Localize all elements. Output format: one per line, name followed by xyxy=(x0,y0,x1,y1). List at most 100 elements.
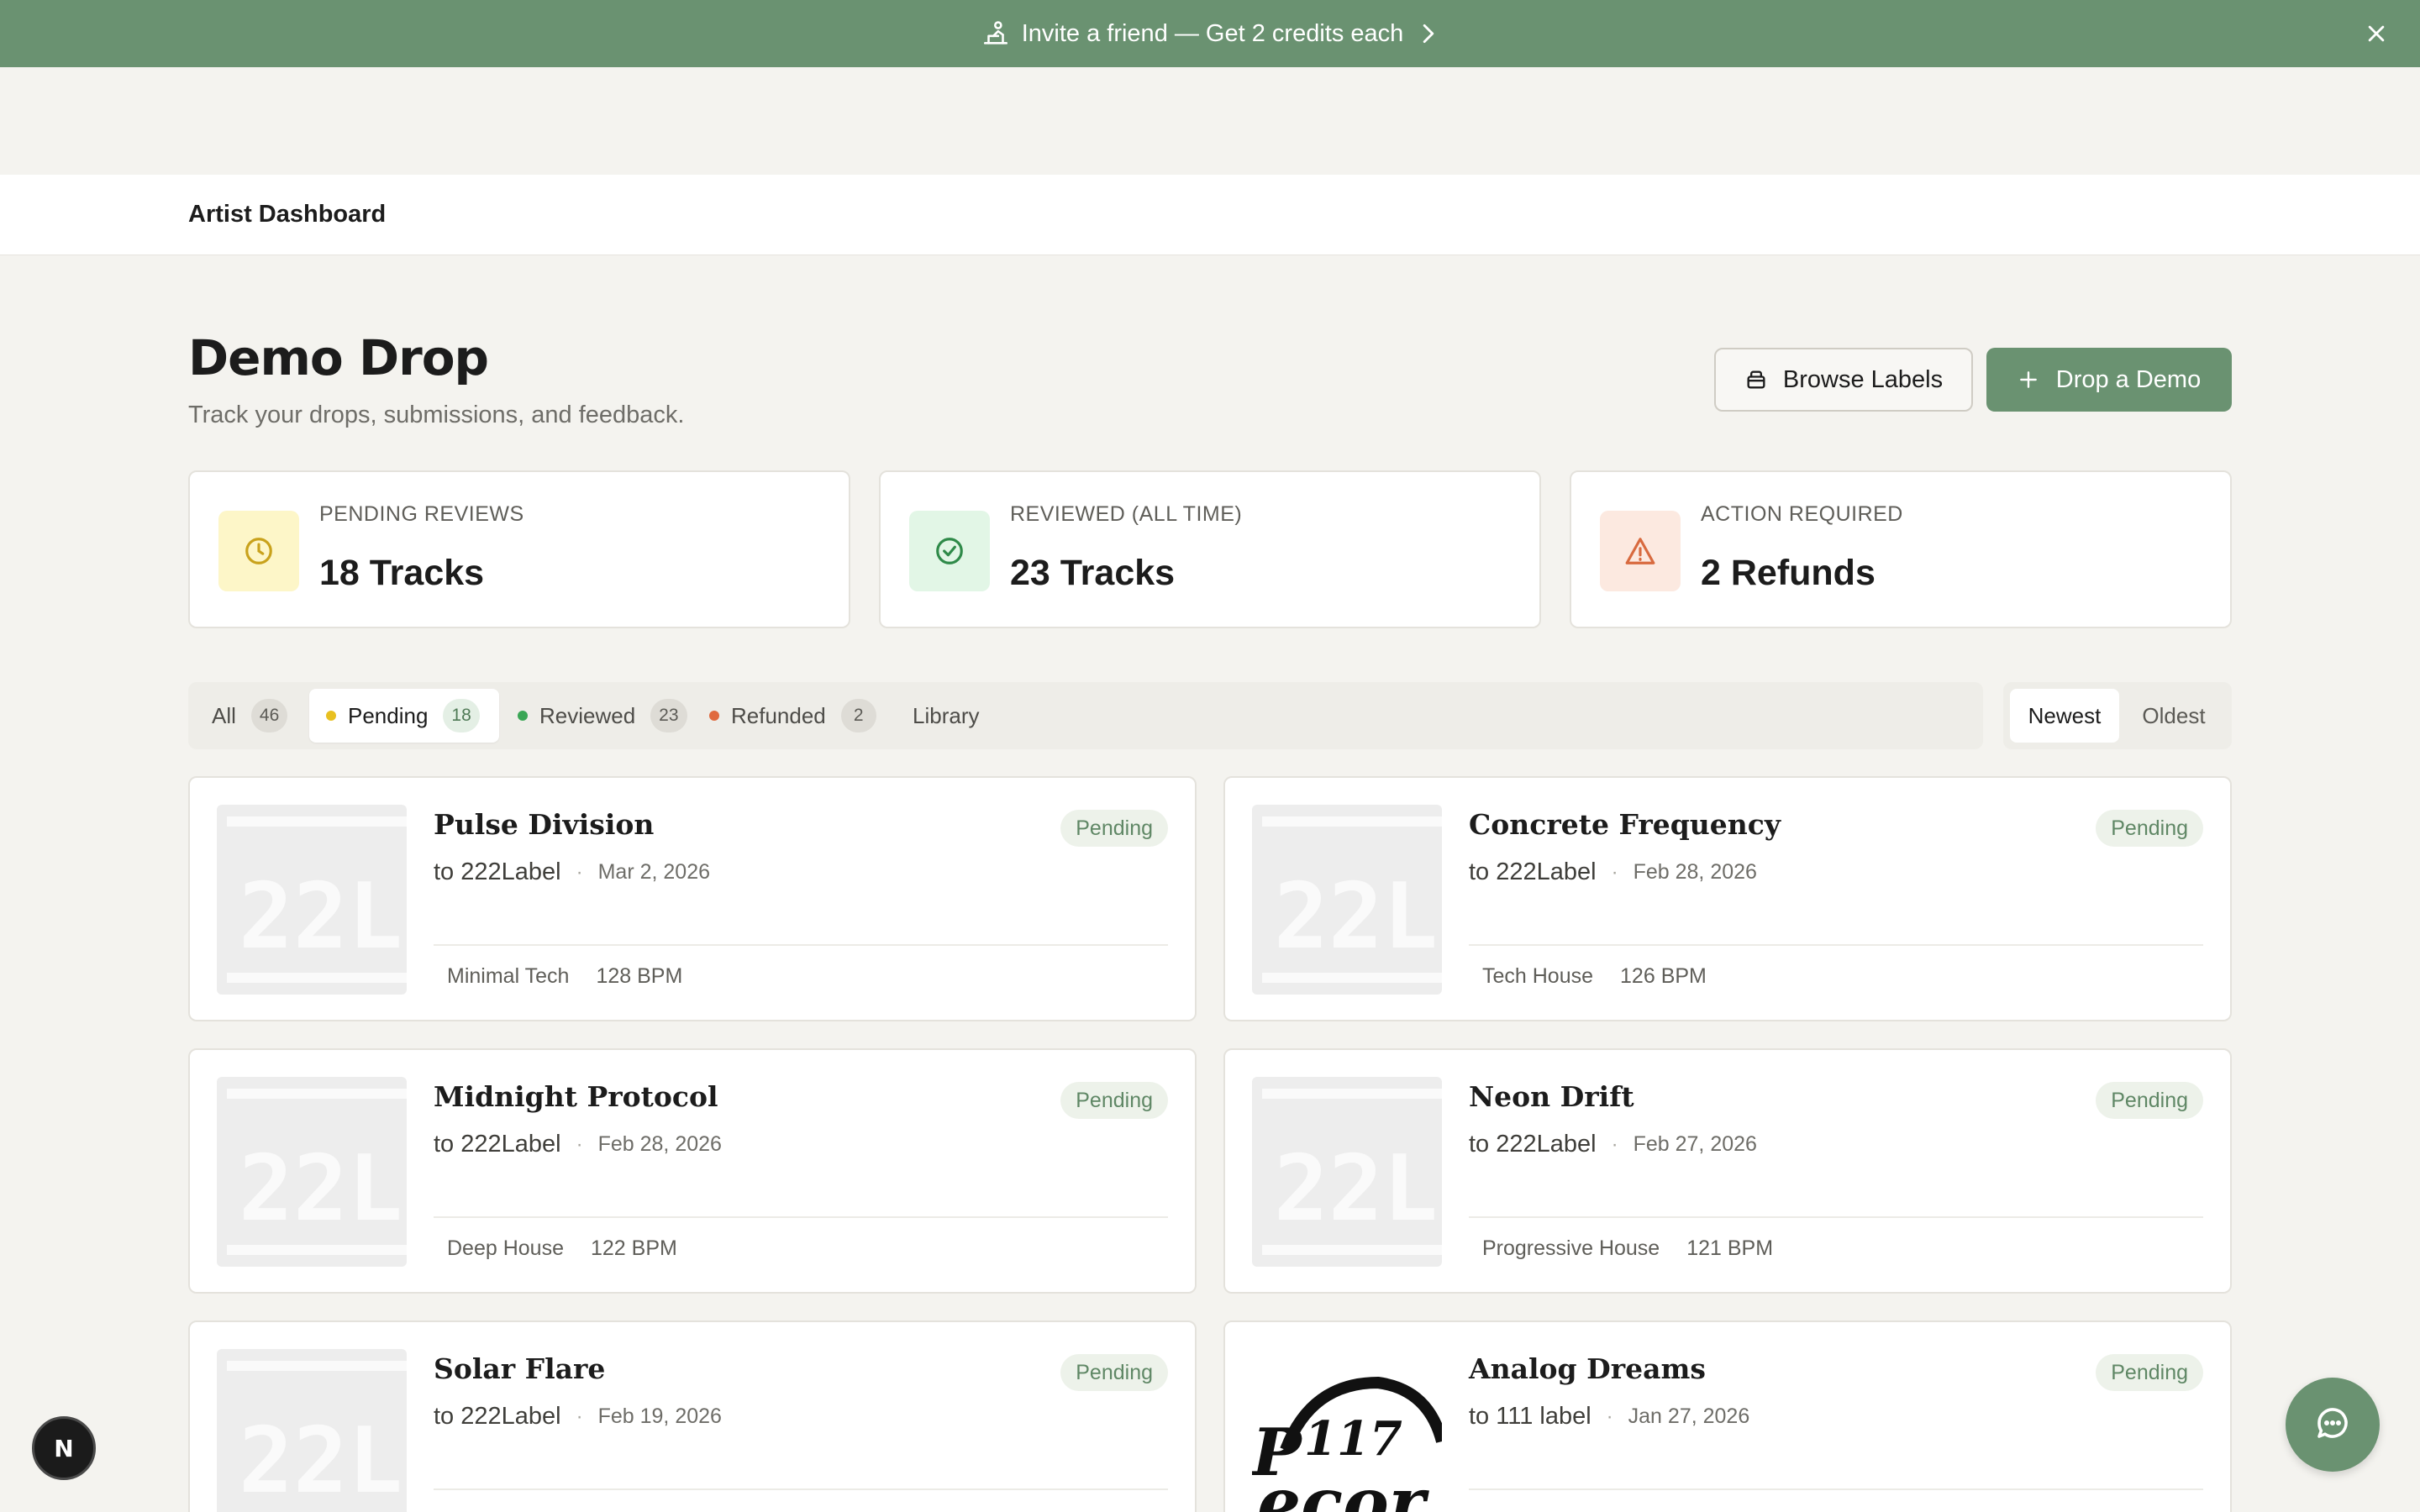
track-meta: to 222Label · Feb 27, 2026 xyxy=(1469,1131,1757,1158)
status-badge: Pending xyxy=(1060,1354,1168,1391)
page-subtitle: Track your drops, submissions, and feedb… xyxy=(188,402,685,428)
label-name: to 111 label xyxy=(1469,1403,1591,1430)
divider xyxy=(434,1216,1168,1218)
cover-art: 22L xyxy=(1252,805,1442,995)
browse-labels-button[interactable]: Browse Labels xyxy=(1714,348,1973,412)
bpm-tag: 128 BPM xyxy=(596,964,683,988)
store-icon xyxy=(1744,368,1768,391)
submission-card[interactable]: 22L Solar Flare to 222Label · Feb 19, 20… xyxy=(188,1320,1197,1512)
track-meta: to 222Label · Feb 28, 2026 xyxy=(1469,858,1757,886)
close-icon[interactable] xyxy=(2361,18,2391,49)
banner-text[interactable]: Invite a friend — Get 2 credits each xyxy=(1022,20,1404,48)
sort-toggle: Newest Oldest xyxy=(2003,682,2232,749)
stat-value: 2 Refunds xyxy=(1701,553,1876,593)
drop-demo-button[interactable]: Drop a Demo xyxy=(1986,348,2232,412)
submission-card[interactable]: 22L Midnight Protocol to 222Label · Feb … xyxy=(188,1048,1197,1294)
genre-tag: Minimal Tech xyxy=(447,964,570,988)
tab-all[interactable]: All 46 xyxy=(200,689,294,743)
track-meta: to 222Label · Mar 2, 2026 xyxy=(434,858,710,886)
label-name: to 222Label xyxy=(434,1403,561,1430)
meta-separator: · xyxy=(576,1404,583,1428)
stat-card-pending: PENDING REVIEWS 18 Tracks xyxy=(188,470,850,628)
track-title: Pulse Division xyxy=(434,808,655,841)
label-name: to 222Label xyxy=(1469,858,1597,885)
track-title: Neon Drift xyxy=(1469,1080,1634,1113)
meta-separator: · xyxy=(1611,1132,1618,1156)
genre-tag: Progressive House xyxy=(1482,1236,1660,1260)
tab-pending[interactable]: Pending 18 xyxy=(309,689,499,743)
tab-count: 46 xyxy=(250,699,288,732)
meta-separator: · xyxy=(1611,860,1618,884)
sort-newest-button[interactable]: Newest xyxy=(2010,689,2119,743)
page-title: Demo Drop xyxy=(188,329,489,386)
stat-value: 23 Tracks xyxy=(1010,553,1176,593)
status-dot xyxy=(709,711,719,721)
track-tags: Deep House 122 BPM xyxy=(447,1236,677,1261)
cover-art-text: 22L xyxy=(239,864,402,969)
submission-date: Jan 27, 2026 xyxy=(1628,1404,1750,1428)
submission-card[interactable]: 22L Pulse Division to 222Label · Mar 2, … xyxy=(188,776,1197,1021)
tab-label: All xyxy=(212,702,236,728)
divider xyxy=(434,944,1168,946)
status-badge: Pending xyxy=(1060,1082,1168,1119)
cover-art: 22L xyxy=(217,805,407,995)
plus-icon xyxy=(2018,368,2041,391)
submission-card[interactable]: 22L Concrete Frequency to 222Label · Feb… xyxy=(1223,776,2232,1021)
filter-tabs: All 46 Pending 18 Reviewed 23 Refunded 2… xyxy=(188,682,1983,749)
divider xyxy=(1469,944,2203,946)
subnav-bar: Artist Dashboard xyxy=(0,175,2420,255)
chat-button[interactable] xyxy=(2286,1378,2380,1472)
tab-library[interactable]: Library xyxy=(904,689,1005,743)
cover-art-logo: P 117 ecor xyxy=(1252,1349,1442,1512)
cover-art-text: 22L xyxy=(1274,1137,1438,1242)
sort-oldest-button[interactable]: Oldest xyxy=(2123,689,2225,743)
gift-person-icon xyxy=(981,19,1010,48)
cover-art-text: 22L xyxy=(239,1409,402,1512)
submission-card[interactable]: 22L Neon Drift to 222Label · Feb 27, 202… xyxy=(1223,1048,2232,1294)
status-dot xyxy=(518,711,528,721)
badge-letter: N xyxy=(54,1435,73,1462)
clock-icon xyxy=(218,511,299,591)
divider xyxy=(1469,1216,2203,1218)
label-name: to 222Label xyxy=(434,1131,561,1158)
track-tags: Tech House 126 BPM xyxy=(1482,964,1707,989)
divider xyxy=(1469,1488,2203,1490)
track-title: Concrete Frequency xyxy=(1469,808,1781,841)
browse-labels-label: Browse Labels xyxy=(1782,365,1944,393)
status-badge: Pending xyxy=(1060,810,1168,847)
bpm-tag: 122 BPM xyxy=(590,1236,677,1260)
warning-icon xyxy=(1600,511,1681,591)
status-badge: Pending xyxy=(2096,810,2203,847)
meta-separator: · xyxy=(1606,1404,1613,1428)
submission-date: Feb 19, 2026 xyxy=(597,1404,722,1428)
stat-label: ACTION REQUIRED xyxy=(1701,502,1903,526)
submission-date: Mar 2, 2026 xyxy=(597,860,711,884)
check-circle-icon xyxy=(909,511,990,591)
tab-label: Refunded xyxy=(731,702,826,728)
drop-demo-label: Drop a Demo xyxy=(2055,365,2202,393)
tab-reviewed[interactable]: Reviewed 23 xyxy=(511,689,687,743)
dev-tools-badge[interactable]: N xyxy=(32,1416,96,1480)
stat-label: PENDING REVIEWS xyxy=(319,502,524,526)
track-meta: to 111 label · Jan 27, 2026 xyxy=(1469,1403,1749,1431)
tab-refunded[interactable]: Refunded 2 xyxy=(702,689,887,743)
submission-date: Feb 28, 2026 xyxy=(597,1132,722,1156)
svg-text:ecor: ecor xyxy=(1257,1463,1430,1512)
bpm-tag: 121 BPM xyxy=(1686,1236,1774,1260)
submission-card[interactable]: P 117 ecor Analog Dreams to 111 label · … xyxy=(1223,1320,2232,1512)
stat-label: REVIEWED (ALL TIME) xyxy=(1010,502,1243,526)
tab-label: Pending xyxy=(348,702,429,728)
subnav-title[interactable]: Artist Dashboard xyxy=(188,201,386,228)
svg-text:117: 117 xyxy=(1304,1411,1402,1467)
label-name: to 222Label xyxy=(1469,1131,1597,1158)
submission-date: Feb 27, 2026 xyxy=(1633,1132,1757,1156)
track-title: Analog Dreams xyxy=(1469,1352,1706,1385)
bpm-tag: 126 BPM xyxy=(1620,964,1707,988)
genre-tag: Deep House xyxy=(447,1236,564,1260)
cover-art: 22L xyxy=(1252,1077,1442,1267)
invite-banner[interactable]: Invite a friend — Get 2 credits each xyxy=(0,0,2420,67)
tab-count: 18 xyxy=(443,699,480,732)
chevron-right-icon xyxy=(1422,21,1439,46)
status-badge: Pending xyxy=(2096,1082,2203,1119)
stat-card-action: ACTION REQUIRED 2 Refunds xyxy=(1570,470,2232,628)
